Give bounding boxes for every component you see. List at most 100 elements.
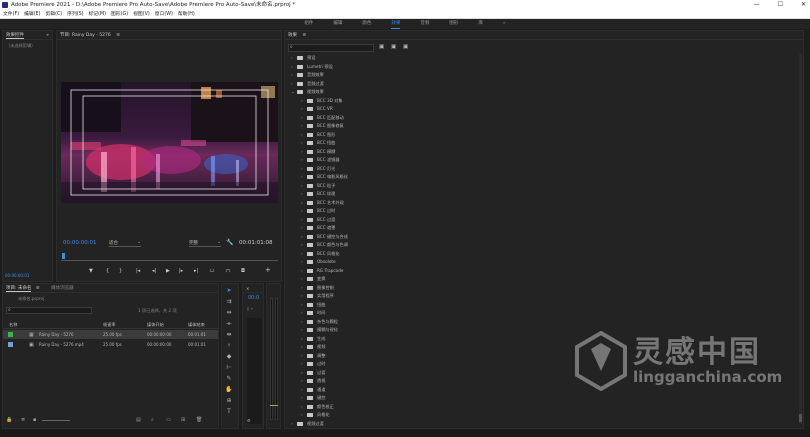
- effect-controls-tab[interactable]: 效果控件: [6, 33, 24, 39]
- maximize-button[interactable]: ☐: [778, 0, 783, 10]
- effect-folder[interactable]: › 过时: [301, 360, 325, 369]
- program-time-ruler[interactable]: [61, 251, 278, 261]
- effect-folder[interactable]: › BCC 颜色与色调: [301, 241, 348, 250]
- step-back-icon[interactable]: ◂|: [152, 268, 156, 274]
- workspace-tab-assembly[interactable]: 组件: [304, 19, 313, 29]
- workspace-more-button[interactable]: »: [503, 19, 506, 29]
- workspace-tab-color[interactable]: 颜色: [362, 19, 371, 29]
- effect-folder[interactable]: › 变换: [301, 275, 325, 284]
- menu-item-edit[interactable]: 编辑(E): [24, 10, 40, 18]
- step-forward-icon[interactable]: |▸: [179, 268, 183, 274]
- effect-folder[interactable]: › 模糊与锐化: [301, 326, 338, 335]
- effect-folder[interactable]: › BCC 电影风格化: [301, 173, 348, 182]
- slide-icon[interactable]: ⊢: [225, 364, 233, 372]
- effect-folder[interactable]: › 过渡: [301, 369, 325, 378]
- column-fps[interactable]: 帧速率: [103, 321, 116, 329]
- effect-folder[interactable]: › BCC 灯光: [301, 165, 335, 174]
- effect-folder[interactable]: › BCC 键控与合成: [301, 233, 348, 242]
- workspace-tab-audio[interactable]: 音频: [420, 19, 429, 29]
- close-button[interactable]: ✕: [801, 0, 806, 10]
- delete-icon[interactable]: 🗑: [196, 417, 202, 423]
- effects-search-input[interactable]: ⌕: [288, 44, 374, 52]
- effect-folder[interactable]: › 扭曲: [301, 301, 325, 310]
- effect-folder[interactable]: › BCC 遮罩: [301, 224, 335, 233]
- lift-icon[interactable]: ⊔: [210, 268, 214, 274]
- playhead-marker[interactable]: [62, 253, 65, 259]
- effect-folder[interactable]: › BCC 滤镜器: [301, 156, 340, 165]
- effect-folder[interactable]: › 颜色校正: [301, 403, 334, 412]
- effect-folder[interactable]: › RG Trapcode: [301, 267, 343, 276]
- effect-folder[interactable]: › BCC 风格化: [301, 250, 340, 259]
- effect-folder[interactable]: › 图像控制: [301, 284, 334, 293]
- column-name[interactable]: 名称: [9, 321, 17, 329]
- timeline-settings-icon[interactable]: ⚙: [247, 418, 251, 423]
- effect-folder[interactable]: › BCC 模糊: [301, 148, 335, 157]
- play-icon[interactable]: ▶: [166, 268, 170, 274]
- extract-icon[interactable]: ⊓: [226, 268, 230, 274]
- zoom-tool-icon[interactable]: ⊕: [225, 397, 233, 405]
- effect-folder[interactable]: › 生成: [301, 335, 325, 344]
- effect-folder[interactable]: › BCC 纹理: [301, 190, 335, 199]
- list-view-icon[interactable]: ≣: [21, 417, 25, 423]
- minimize-button[interactable]: —: [754, 0, 760, 10]
- menu-item-view[interactable]: 视图(V): [133, 10, 150, 18]
- new-bin-icon[interactable]: ▭: [166, 417, 171, 423]
- effect-folder[interactable]: › 预设: [291, 54, 315, 63]
- timeline-timecode[interactable]: 00:0: [248, 295, 259, 301]
- timeline-close-button[interactable]: ×: [246, 286, 249, 291]
- effect-folder[interactable]: › BCC 粒子: [301, 182, 335, 191]
- mark-in-icon[interactable]: {: [106, 268, 109, 274]
- panel-more-button[interactable]: »: [46, 31, 49, 40]
- hand-icon[interactable]: ✋: [225, 386, 233, 394]
- effect-folder[interactable]: › 杂色与颗粒: [301, 318, 338, 327]
- project-panel-menu[interactable]: ≡: [36, 286, 40, 291]
- effect-folder[interactable]: › 时间: [301, 309, 325, 318]
- workspace-tab-libraries[interactable]: 库: [478, 19, 483, 29]
- label-color-swatch[interactable]: [8, 332, 13, 337]
- effect-folder[interactable]: › BCC 3D 对象: [301, 97, 343, 106]
- timeline-tracks[interactable]: [247, 318, 262, 424]
- program-tab[interactable]: 节目: Rainy Day - 5276: [60, 33, 111, 38]
- find-icon[interactable]: ⌕: [151, 417, 154, 423]
- effect-folder[interactable]: › 音频过渡: [291, 80, 324, 89]
- export-frame-icon[interactable]: ◘: [241, 268, 245, 274]
- rate-stretch-icon[interactable]: ⇼: [225, 331, 233, 339]
- video-frame[interactable]: [61, 82, 278, 203]
- effect-folder[interactable]: › 键控: [301, 394, 325, 403]
- effect-folder[interactable]: › BCC 艺术外观: [301, 199, 344, 208]
- workspace-tab-editing[interactable]: 编辑: [333, 19, 342, 29]
- effect-folder[interactable]: ⌄ 视频效果: [291, 88, 324, 97]
- pen-icon[interactable]: ✎: [225, 375, 233, 383]
- column-media-end[interactable]: 媒体结束: [188, 321, 205, 329]
- mark-out-icon[interactable]: }: [119, 268, 122, 274]
- rolling-edit-icon[interactable]: ⟛: [225, 320, 233, 328]
- project-search-input[interactable]: ⌕: [6, 307, 92, 314]
- table-row[interactable]: ▦ Rainy Day - 5276 25.00 fps 00:00:00:00…: [3, 330, 218, 339]
- label-color-swatch[interactable]: [8, 342, 13, 347]
- yuv-effects-icon[interactable]: ▣: [403, 44, 408, 50]
- workspace-tab-graphics[interactable]: 图形: [449, 19, 458, 29]
- effects-tab[interactable]: 效果: [288, 33, 297, 38]
- menu-item-window[interactable]: 窗口(W): [155, 10, 173, 18]
- track-select-icon[interactable]: ⇉: [225, 298, 233, 306]
- menu-item-sequence[interactable]: 序列(S): [67, 10, 83, 18]
- program-panel-menu[interactable]: ≡: [116, 33, 120, 38]
- go-to-in-icon[interactable]: |◂: [136, 268, 140, 274]
- slip-icon[interactable]: ◆: [225, 353, 233, 361]
- effect-folder[interactable]: › BCC VR: [301, 105, 333, 114]
- effect-folder[interactable]: › 视频: [301, 343, 325, 352]
- effect-folder[interactable]: › 风格化: [301, 411, 330, 420]
- effect-folder[interactable]: › 实用程序: [301, 292, 334, 301]
- menu-item-graphics[interactable]: 图形(G): [111, 10, 128, 18]
- media-browser-tab[interactable]: 媒体浏览器: [51, 286, 74, 291]
- 32bit-effects-icon[interactable]: ▣: [391, 44, 396, 50]
- effect-folder[interactable]: › 视频过渡: [291, 420, 324, 429]
- effect-folder[interactable]: › 通道: [301, 386, 325, 395]
- fit-dropdown[interactable]: 适合 ⌄: [109, 240, 141, 247]
- add-marker-icon[interactable]: ▼: [89, 268, 93, 274]
- selection-tool-icon[interactable]: ➤: [225, 287, 233, 295]
- scrollbar-thumb[interactable]: [799, 414, 802, 422]
- effect-folder[interactable]: › Obsolete: [301, 258, 336, 267]
- playhead-timecode[interactable]: 00:00:00:01: [63, 240, 97, 246]
- zoom-slider[interactable]: [42, 420, 70, 421]
